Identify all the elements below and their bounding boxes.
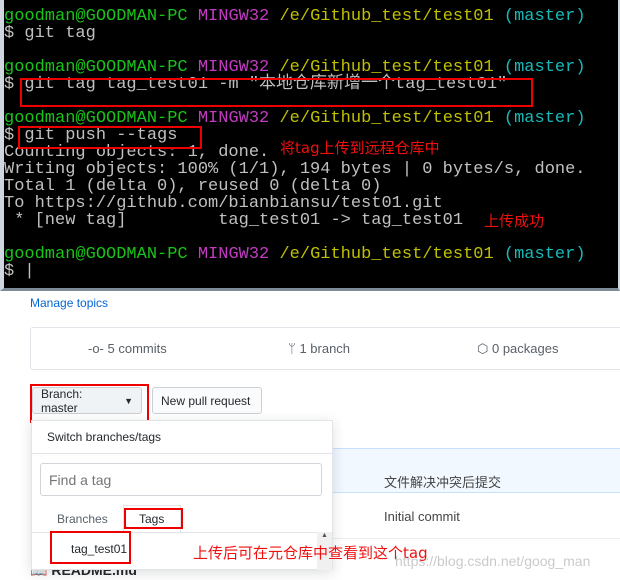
terminal-line: To https://github.com/bianbiansu/test01.…: [4, 194, 443, 213]
tab-tags[interactable]: Tags: [139, 512, 164, 526]
package-icon: ⬡: [477, 341, 489, 356]
watermark: https://blog.csdn.net/goog_man: [395, 553, 591, 569]
terminal-line: Writing objects: 100% (1/1), 194 bytes |…: [4, 160, 586, 179]
terminal-line: Total 1 (delta 0), reused 0 (delta 0): [4, 177, 382, 196]
dropdown-title: Switch branches/tags: [47, 430, 162, 444]
find-tag-input[interactable]: [40, 463, 322, 496]
terminal-line: $ git push --tags: [4, 126, 178, 145]
branches-count: 1 branch: [299, 341, 351, 356]
commit-message[interactable]: Initial commit: [384, 509, 460, 524]
terminal-prompt: goodman@GOODMAN-PC MINGW32 /e/Github_tes…: [4, 109, 586, 128]
branches-link[interactable]: ᛘ 1 branch: [288, 341, 350, 356]
packages-link[interactable]: ⬡ 0 packages: [477, 341, 558, 357]
terminal-prompt: goodman@GOODMAN-PC MINGW32 /e/Github_tes…: [4, 7, 586, 26]
branch-label: Branch: master: [41, 386, 83, 415]
commit-icon: -o-: [88, 341, 104, 356]
terminal-line: Counting objects: 1, done.: [4, 143, 270, 162]
commits-count: 5 commits: [107, 341, 167, 356]
tab-branches[interactable]: Branches: [57, 512, 108, 526]
annotation-success: 上传成功: [484, 212, 545, 230]
terminal-line: $ git tag tag_test01 -m "本地仓库新增一个tag_tes…: [4, 75, 508, 94]
terminal-line: $ |: [4, 262, 35, 281]
terminal-line: $ git tag: [4, 24, 96, 43]
branch-icon: ᛘ: [288, 341, 296, 356]
commits-link[interactable]: -o- 5 commits: [88, 341, 167, 356]
annotation-view-tag: 上传后可在元仓库中查看到这个tag: [193, 544, 428, 562]
branch-select-button[interactable]: Branch: master ▼: [32, 386, 142, 415]
tag-item[interactable]: tag_test01: [71, 542, 127, 556]
new-pull-request-button[interactable]: New pull request: [152, 387, 262, 414]
commit-message[interactable]: 文件解决冲突后提交: [384, 472, 501, 491]
annotation-push: 将tag上传到远程仓库中: [280, 139, 440, 157]
terminal-prompt: goodman@GOODMAN-PC MINGW32 /e/Github_tes…: [4, 58, 586, 77]
manage-topics-link[interactable]: Manage topics: [30, 296, 108, 310]
caret-down-icon: ▼: [124, 395, 133, 406]
packages-count: 0 packages: [491, 341, 559, 356]
terminal-line: * [new tag] tag_test01 -> tag_test01: [4, 211, 464, 230]
terminal-prompt: goodman@GOODMAN-PC MINGW32 /e/Github_tes…: [4, 245, 586, 264]
